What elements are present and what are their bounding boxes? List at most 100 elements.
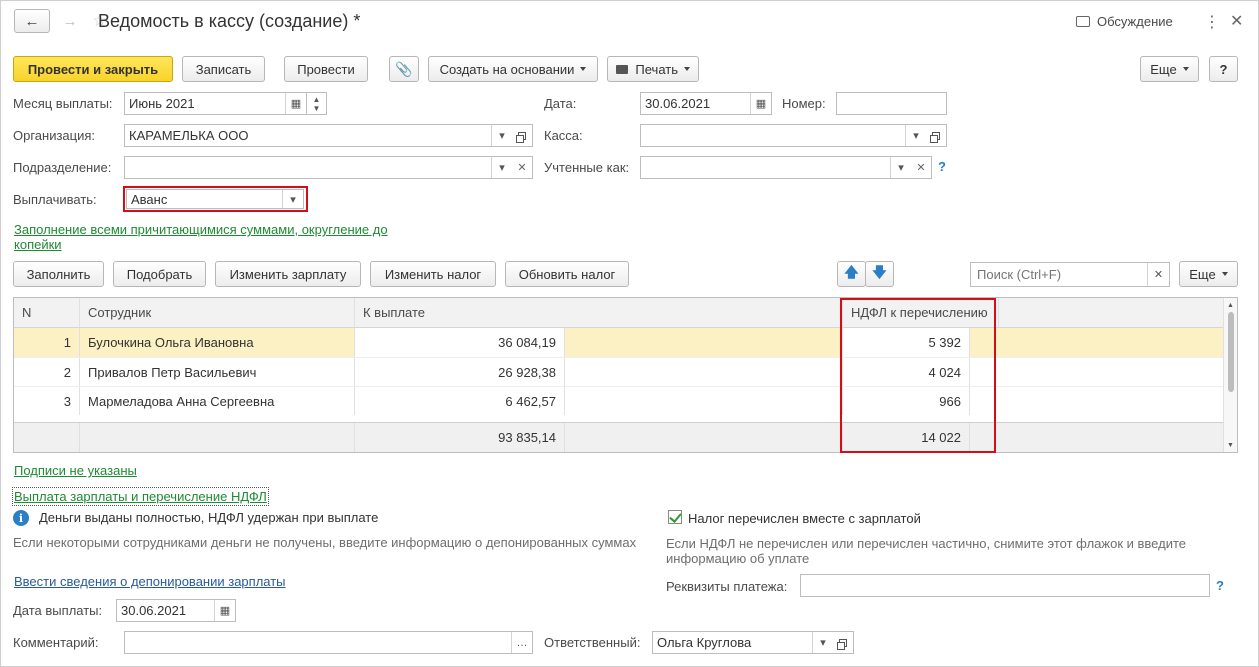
table-scrollbar[interactable]: ▲ ▼: [1223, 298, 1237, 452]
row-gap: [565, 328, 843, 357]
date-field[interactable]: 30.06.2021 ▦: [640, 92, 772, 115]
comment-field[interactable]: …: [124, 631, 533, 654]
help-button[interactable]: ?: [1209, 56, 1238, 82]
fill-button[interactable]: Заполнить: [13, 261, 104, 287]
back-button[interactable]: ←: [14, 9, 50, 33]
month-stepper[interactable]: ▲ ▼: [306, 92, 327, 115]
month-field[interactable]: Июнь 2021 ▦: [124, 92, 307, 115]
table-row[interactable]: 2 Привалов Петр Васильевич 26 928,38 4 0…: [14, 357, 1224, 386]
search-field[interactable]: ✕: [970, 262, 1170, 287]
accounted-field[interactable]: ▾: [640, 156, 912, 179]
row-n: 3: [14, 387, 80, 415]
more-button[interactable]: Еще: [1140, 56, 1199, 82]
accounted-label: Учтенные как:: [544, 160, 630, 175]
total-employee: [80, 423, 355, 452]
stepper-down-icon[interactable]: ▼: [313, 104, 321, 113]
department-clear-button[interactable]: ✕: [512, 156, 533, 179]
chat-icon: [1076, 16, 1090, 27]
payment-section-link[interactable]: Выплата зарплаты и перечисление НДФЛ: [12, 487, 269, 506]
organization-open-button[interactable]: [512, 124, 533, 147]
dropdown-icon[interactable]: ▾: [890, 157, 911, 178]
header-to-pay[interactable]: К выплате: [355, 298, 843, 327]
change-salary-button[interactable]: Изменить зарплату: [215, 261, 361, 287]
signatures-link[interactable]: Подписи не указаны: [14, 463, 137, 478]
dropdown-icon[interactable]: ▾: [491, 125, 512, 146]
header-n[interactable]: N: [14, 298, 80, 327]
search-input[interactable]: [975, 266, 1147, 283]
move-down-button[interactable]: 🡇: [865, 261, 894, 287]
paid-hint-text: Если некоторыми сотрудниками деньги не п…: [13, 535, 637, 550]
chevron-down-icon: [1182, 67, 1189, 71]
payment-details-help-icon[interactable]: ?: [1216, 578, 1224, 593]
calendar-icon[interactable]: ▦: [214, 600, 235, 621]
total-gap: [565, 423, 843, 452]
comment-label: Комментарий:: [13, 635, 99, 650]
ellipsis-icon[interactable]: …: [511, 632, 532, 653]
number-field[interactable]: [836, 92, 947, 115]
organization-field[interactable]: КАРАМЕЛЬКА ООО ▾: [124, 124, 513, 147]
dropdown-icon[interactable]: ▾: [905, 125, 926, 146]
row-gap: [565, 358, 843, 386]
forward-button[interactable]: →: [56, 9, 84, 33]
table-more-button[interactable]: Еще: [1179, 261, 1238, 287]
open-icon: [516, 131, 526, 143]
department-label: Подразделение:: [13, 160, 112, 175]
paperclip-icon: 📎: [395, 60, 413, 77]
calendar-icon[interactable]: ▦: [750, 93, 771, 114]
row-employee: Булочкина Ольга Ивановна: [80, 328, 355, 357]
chevron-down-icon: [1221, 272, 1228, 276]
move-up-button[interactable]: 🡅: [837, 261, 866, 287]
organization-value: КАРАМЕЛЬКА ООО: [129, 128, 249, 143]
kassa-open-button[interactable]: [926, 124, 947, 147]
kassa-field[interactable]: ▾: [640, 124, 927, 147]
dropdown-icon[interactable]: ▾: [812, 632, 833, 653]
change-tax-button[interactable]: Изменить налог: [370, 261, 496, 287]
payment-details-field[interactable]: [800, 574, 1210, 597]
row-to-pay: 6 462,57: [355, 387, 565, 415]
scroll-thumb[interactable]: [1227, 312, 1234, 392]
print-label: Печать: [635, 61, 678, 77]
chevron-down-icon: [580, 67, 587, 71]
accounted-clear-button[interactable]: ✕: [911, 156, 932, 179]
table-row[interactable]: 3 Мармеладова Анна Сергеевна 6 462,57 96…: [14, 386, 1224, 415]
post-and-close-button[interactable]: Провести и закрыть: [13, 56, 173, 82]
arrow-down-icon: 🡇: [872, 264, 887, 280]
table-totals-row: 93 835,14 14 022: [14, 422, 1224, 452]
attach-button[interactable]: 📎: [389, 56, 419, 82]
total-to-pay: 93 835,14: [355, 423, 565, 452]
pay-type-label: Выплачивать:: [13, 192, 97, 207]
responsible-open-button[interactable]: [833, 631, 854, 654]
paid-info-text: Деньги выданы полностью, НДФЛ удержан пр…: [39, 510, 379, 525]
create-based-button[interactable]: Создать на основании: [428, 56, 598, 82]
header-employee[interactable]: Сотрудник: [80, 298, 355, 327]
post-button[interactable]: Провести: [284, 56, 368, 82]
calendar-icon[interactable]: ▦: [285, 93, 306, 114]
pick-button[interactable]: Подобрать: [113, 261, 206, 287]
scroll-down-icon[interactable]: ▼: [1224, 442, 1237, 449]
accounted-help-icon[interactable]: ?: [938, 159, 946, 174]
close-icon[interactable]: ✕: [1230, 11, 1243, 31]
date-label: Дата:: [544, 96, 577, 111]
header-empty: [999, 298, 1224, 327]
row-employee: Мармеладова Анна Сергеевна: [80, 387, 355, 415]
stepper-up-icon[interactable]: ▲: [313, 95, 321, 104]
tax-with-salary-checkbox[interactable]: [668, 510, 682, 524]
pay-date-field[interactable]: 30.06.2021 ▦: [116, 599, 236, 622]
more-vertical-icon[interactable]: ⋮: [1204, 12, 1220, 32]
row-n: 2: [14, 358, 80, 386]
discussion-button[interactable]: Обсуждение: [1076, 14, 1173, 29]
dropdown-icon[interactable]: ▾: [491, 157, 512, 178]
scroll-up-icon[interactable]: ▲: [1224, 302, 1237, 309]
page-title: Ведомость в кассу (создание) *: [98, 11, 361, 31]
arrow-left-icon: ←: [24, 12, 40, 30]
deposit-link[interactable]: Ввести сведения о депонировании зарплаты: [14, 574, 286, 589]
clear-icon[interactable]: ✕: [1147, 263, 1169, 286]
write-button[interactable]: Записать: [182, 56, 265, 82]
month-value: Июнь 2021: [129, 96, 195, 111]
fill-settings-link[interactable]: Заполнение всеми причитающимися суммами,…: [14, 222, 414, 252]
department-field[interactable]: ▾: [124, 156, 513, 179]
table-row[interactable]: 1 Булочкина Ольга Ивановна 36 084,19 5 3…: [14, 328, 1224, 357]
print-button[interactable]: Печать: [607, 56, 699, 82]
update-tax-button[interactable]: Обновить налог: [505, 261, 629, 287]
responsible-field[interactable]: Ольга Круглова ▾: [652, 631, 834, 654]
